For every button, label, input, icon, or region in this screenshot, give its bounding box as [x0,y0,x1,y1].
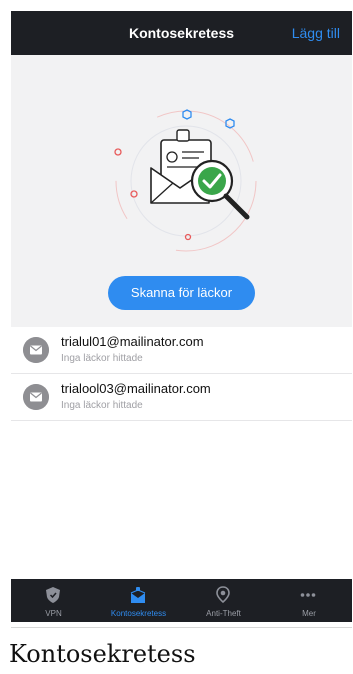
location-pin-icon [216,586,230,604]
screen-caption: Kontosekretess [9,640,196,668]
privacy-scan-illustration [114,109,257,252]
scan-hero: Skanna för läckor [11,55,352,327]
account-status: Inga läckor hittade [61,400,143,411]
account-email: trialool03@mailinator.com [61,381,211,396]
account-status: Inga läckor hittade [61,353,143,364]
top-navigation-bar: Kontosekretess Lägg till [11,11,352,55]
tab-label: VPN [45,609,62,618]
account-email: trialul01@mailinator.com [61,334,204,349]
tab-account-privacy[interactable]: Kontosekretess [96,579,181,622]
tab-label: Anti-Theft [206,609,241,618]
account-list: trialul01@mailinator.com Inga läckor hit… [11,327,352,421]
mail-icon [23,337,49,363]
app-screen: Kontosekretess Lägg till Skanna för läck… [11,11,352,622]
scan-for-leaks-button[interactable]: Skanna för läckor [108,276,255,310]
account-privacy-icon [130,587,146,603]
mail-icon [23,384,49,410]
list-item[interactable]: trialul01@mailinator.com Inga läckor hit… [11,327,352,374]
bottom-tab-bar: VPN Kontosekretess Anti-Theft Mer [11,579,352,622]
shield-icon [46,587,60,603]
caption-divider [11,627,352,628]
tab-more[interactable]: Mer [266,579,352,622]
tab-label: Kontosekretess [110,609,167,618]
more-dots-icon [300,593,316,597]
list-item[interactable]: trialool03@mailinator.com Inga läckor hi… [11,374,352,421]
tab-anti-theft[interactable]: Anti-Theft [181,579,266,622]
add-account-button[interactable]: Lägg till [292,11,340,55]
tab-label: Mer [302,609,316,618]
tab-vpn[interactable]: VPN [11,579,96,622]
